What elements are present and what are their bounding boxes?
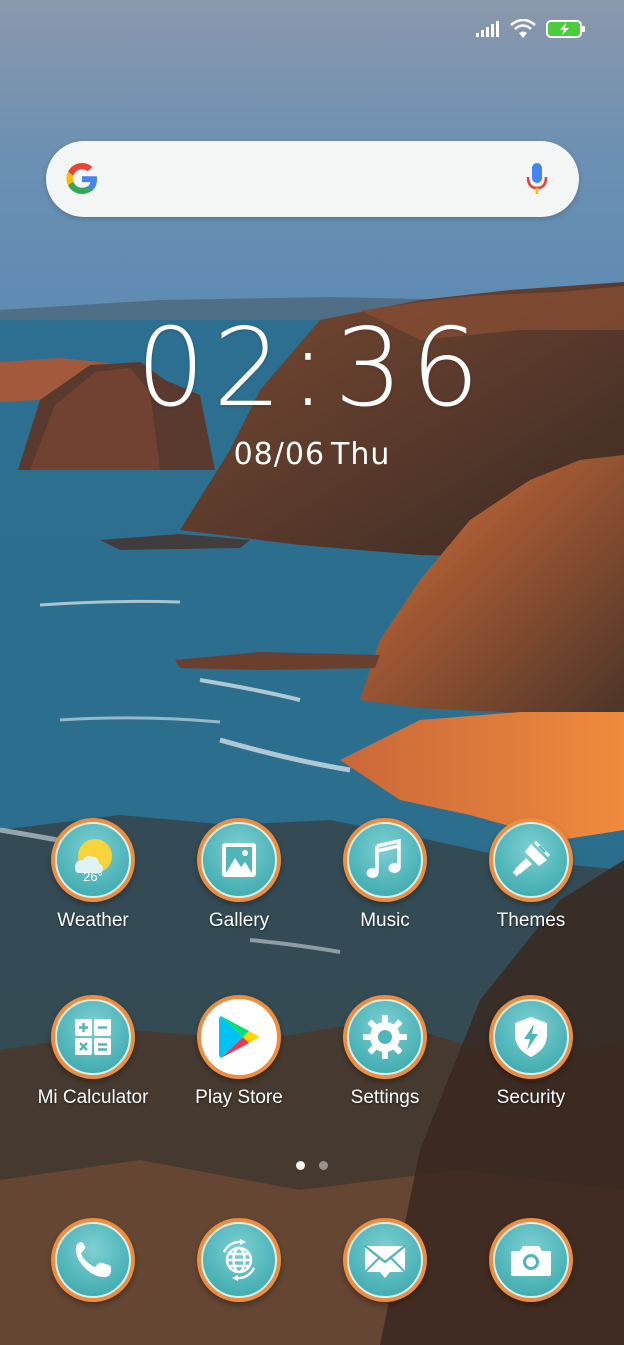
battery-charging-icon	[546, 20, 585, 38]
app-security[interactable]: Security	[458, 995, 604, 1109]
day-text: Thu	[331, 437, 391, 472]
app-themes[interactable]: Themes	[458, 818, 604, 932]
dock-messages[interactable]	[312, 1218, 458, 1302]
phone-icon	[75, 1242, 111, 1278]
date-text: 08/06	[233, 437, 326, 472]
gallery-icon	[222, 843, 256, 877]
wifi-icon	[510, 19, 536, 38]
app-label: Security	[496, 1087, 566, 1108]
weather-temperature: 26°	[83, 869, 103, 884]
app-gallery[interactable]: Gallery	[166, 818, 312, 932]
app-label: Themes	[496, 910, 566, 931]
app-label: Music	[360, 910, 410, 931]
clock-time[interactable]: 02:36	[0, 315, 624, 423]
home-screen: 02:36 08/06 Thu 26° Weather Gallery Musi…	[0, 0, 624, 1345]
gear-icon	[363, 1015, 407, 1059]
app-mi-calculator[interactable]: Mi Calculator	[20, 995, 166, 1109]
status-bar	[476, 14, 586, 44]
music-note-icon	[366, 838, 401, 878]
play-store-icon	[219, 1016, 259, 1058]
paintbrush-icon	[512, 840, 551, 877]
messages-envelope-icon	[364, 1245, 406, 1278]
app-play-store[interactable]: Play Store	[166, 995, 312, 1109]
camera-icon	[511, 1246, 551, 1276]
app-settings[interactable]: Settings	[312, 995, 458, 1109]
app-label: Play Store	[195, 1087, 283, 1108]
calculator-icon	[75, 1019, 111, 1055]
app-weather[interactable]: 26° Weather	[20, 818, 166, 932]
app-label: Gallery	[208, 910, 270, 931]
dock-phone[interactable]	[20, 1218, 166, 1302]
app-label: Mi Calculator	[37, 1087, 149, 1108]
microphone-icon[interactable]	[525, 161, 549, 197]
page-dot[interactable]	[319, 1161, 328, 1170]
google-logo-icon	[66, 163, 97, 194]
browser-globe-icon	[222, 1239, 256, 1281]
dock-browser[interactable]	[166, 1218, 312, 1302]
page-indicator[interactable]	[0, 1161, 624, 1170]
dock-camera[interactable]	[458, 1218, 604, 1302]
app-label: Settings	[350, 1087, 420, 1108]
clock-date[interactable]: 08/06 Thu	[0, 440, 624, 470]
page-dot-active[interactable]	[296, 1161, 305, 1170]
shield-bolt-icon	[515, 1017, 547, 1057]
signal-icon	[476, 21, 499, 37]
google-search-bar[interactable]	[46, 141, 579, 217]
app-music[interactable]: Music	[312, 818, 458, 932]
app-label: Weather	[57, 910, 129, 931]
